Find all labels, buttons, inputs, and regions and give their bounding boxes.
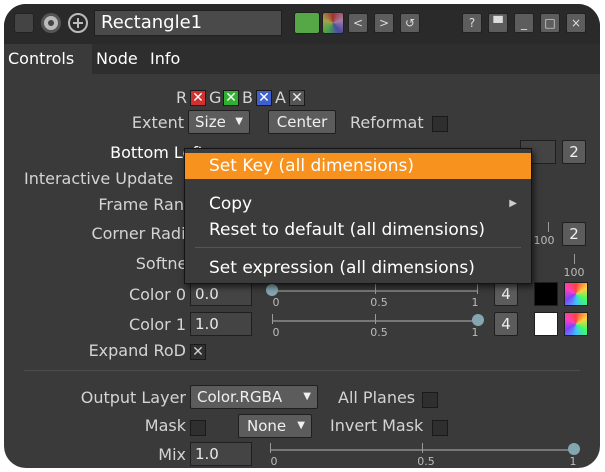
tab-bar: Controls Node Info [4, 44, 600, 74]
maximize-icon[interactable]: □ [540, 13, 560, 33]
color1-swatch[interactable] [534, 312, 558, 336]
channel-a-label: A [275, 88, 286, 107]
mix-tick-mid: 0.5 [417, 455, 435, 468]
title-bar: Rectangle1 < > ↺ ? ▀ _ □ × [4, 4, 600, 45]
color1-slider-handle[interactable] [472, 314, 484, 326]
extent-value: Size [195, 113, 226, 131]
context-menu: Set Key (all dimensions) Copy ▶ Reset to… [184, 148, 532, 284]
channel-g-checkbox[interactable]: ✕ [223, 90, 239, 106]
softness-max-label: 100 [563, 266, 585, 279]
all-planes-label: All Planes [338, 388, 416, 407]
color1-picker-icon[interactable] [564, 312, 588, 336]
center-node-icon[interactable] [68, 13, 88, 33]
chevron-down-icon: ▼ [235, 116, 243, 127]
all-planes-checkbox[interactable] [422, 392, 438, 408]
color0-tick-0: 0 [272, 296, 280, 309]
color0-label: Color 0 [128, 285, 186, 304]
menu-item-reset-default[interactable]: Reset to default (all dimensions) [185, 217, 531, 243]
channel-g-label: G [209, 88, 222, 107]
mix-tick-1: 1 [569, 455, 577, 468]
corner-radius-max-label: 100 [533, 234, 555, 247]
tab-controls[interactable]: Controls [4, 44, 92, 74]
tab-node[interactable]: Node [92, 44, 146, 74]
color1-label: Color 1 [128, 315, 186, 334]
gear-icon[interactable] [41, 13, 61, 33]
submenu-arrow-icon: ▶ [509, 198, 517, 209]
color0-slider-handle[interactable] [266, 284, 278, 296]
softness-label: Softness [135, 254, 204, 273]
redo-button[interactable]: > [374, 13, 394, 33]
pin-icon[interactable]: ▀ [488, 13, 508, 33]
corner-radius-label: Corner Radius [91, 224, 204, 243]
tab-info[interactable]: Info [146, 44, 186, 74]
node-name-field[interactable]: Rectangle1 [94, 10, 282, 36]
extent-label: Extent [131, 113, 184, 132]
color1-tick-mid: 0.5 [370, 326, 388, 339]
color1-tick-0: 0 [272, 326, 280, 339]
expand-rod-label: Expand RoD [88, 341, 186, 360]
channel-r-checkbox[interactable]: ✕ [190, 90, 206, 106]
minimize-panel-icon[interactable] [14, 13, 34, 33]
color0-dimension-button[interactable]: 4 [494, 282, 518, 306]
color0-swatch[interactable] [534, 282, 558, 306]
bottom-left-label: Bottom Left [110, 143, 204, 162]
mask-channel-value: None [247, 417, 287, 435]
undo-button[interactable]: < [348, 13, 368, 33]
mask-label: Mask [144, 416, 186, 435]
restore-defaults-icon[interactable]: ↺ [400, 13, 420, 33]
minimize-icon[interactable]: _ [514, 13, 534, 33]
menu-item-copy[interactable]: Copy ▶ [185, 191, 531, 217]
channel-b-label: B [242, 88, 253, 107]
expand-rod-checkbox[interactable]: ✕ [190, 344, 206, 360]
mix-tick-0: 0 [270, 455, 278, 468]
reformat-label: Reformat [350, 113, 424, 132]
output-layer-label: Output Layer [80, 388, 186, 407]
corner-radius-dimension-button[interactable]: 2 [562, 222, 586, 246]
softness-slider[interactable]: 100 [556, 250, 596, 284]
extent-dropdown[interactable]: Size ▼ [188, 110, 250, 134]
invert-mask-label: Invert Mask [330, 416, 424, 435]
overlay-color-button[interactable] [322, 12, 344, 34]
help-button[interactable]: ? [462, 13, 482, 33]
color1-slider[interactable]: 0 0.5 1 [272, 310, 484, 344]
mix-value-field[interactable]: 1.0 [190, 442, 252, 466]
mix-slider-handle[interactable] [568, 443, 580, 455]
menu-item-set-expression[interactable]: Set expression (all dimensions) [185, 255, 531, 281]
color0-tick-mid: 0.5 [370, 296, 388, 309]
bottom-left-dimension-button[interactable]: 2 [562, 140, 586, 164]
channel-r-label: R [176, 88, 188, 107]
mask-checkbox[interactable] [190, 420, 206, 436]
node-color-button[interactable] [294, 12, 320, 34]
interactive-update-label: Interactive Update [24, 169, 174, 188]
color1-value-field[interactable]: 1.0 [190, 312, 252, 336]
color1-tick-1: 1 [471, 326, 479, 339]
close-icon[interactable]: × [566, 13, 586, 33]
channel-b-checkbox[interactable]: ✕ [256, 90, 272, 106]
invert-mask-checkbox[interactable] [432, 420, 448, 436]
center-button[interactable]: Center [268, 110, 336, 134]
mix-slider[interactable]: 0 0.5 1 [270, 439, 580, 468]
chevron-down-icon: ▼ [297, 420, 305, 431]
frame-range-label: Frame Range [98, 195, 204, 214]
color1-dimension-button[interactable]: 4 [494, 312, 518, 336]
reformat-checkbox[interactable] [432, 116, 448, 132]
mask-channel-dropdown[interactable]: None ▼ [238, 414, 312, 438]
color0-slider[interactable]: 0 0.5 1 [266, 280, 479, 314]
menu-separator [195, 247, 521, 248]
color0-tick-1: 1 [471, 296, 479, 309]
menu-item-copy-label: Copy [209, 194, 253, 214]
section-divider [24, 370, 580, 371]
mix-label: Mix [158, 445, 186, 464]
chevron-down-icon: ▼ [303, 391, 311, 402]
node-properties-panel: Rectangle1 < > ↺ ? ▀ _ □ × Controls Node… [4, 4, 600, 468]
color0-picker-icon[interactable] [564, 282, 588, 306]
menu-item-set-key[interactable]: Set Key (all dimensions) [185, 153, 531, 179]
output-layer-value: Color.RGBA [197, 388, 283, 406]
corner-radius-slider[interactable]: 100 [532, 218, 556, 252]
output-layer-dropdown[interactable]: Color.RGBA ▼ [190, 385, 318, 409]
color0-value-field[interactable]: 0.0 [190, 282, 252, 306]
channel-a-checkbox[interactable]: ✕ [289, 90, 305, 106]
